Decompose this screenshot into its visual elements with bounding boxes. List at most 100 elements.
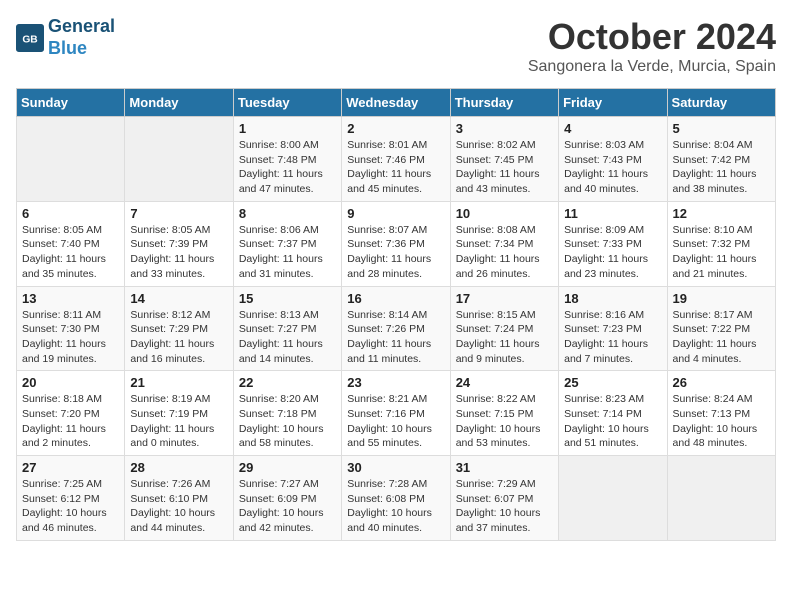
weekday-header: Monday bbox=[125, 89, 233, 117]
day-info: Sunrise: 7:29 AM Sunset: 6:07 PM Dayligh… bbox=[456, 477, 553, 536]
day-number: 28 bbox=[130, 460, 227, 475]
page-header: GB General Blue October 2024 Sangonera l… bbox=[16, 16, 776, 76]
calendar-cell bbox=[125, 117, 233, 202]
day-info: Sunrise: 8:13 AM Sunset: 7:27 PM Dayligh… bbox=[239, 308, 336, 367]
calendar-cell: 17 Sunrise: 8:15 AM Sunset: 7:24 PM Dayli… bbox=[450, 286, 558, 371]
calendar-cell: 24 Sunrise: 8:22 AM Sunset: 7:15 PM Dayli… bbox=[450, 371, 558, 456]
calendar-cell: 12 Sunrise: 8:10 AM Sunset: 7:32 PM Dayli… bbox=[667, 201, 775, 286]
day-number: 24 bbox=[456, 375, 553, 390]
calendar-week-row: 1Sunrise: 8:00 AM Sunset: 7:48 PM Daylig… bbox=[17, 117, 776, 202]
logo-text: General Blue bbox=[48, 16, 115, 59]
day-number: 23 bbox=[347, 375, 444, 390]
day-number: 25 bbox=[564, 375, 661, 390]
calendar-cell bbox=[559, 456, 667, 541]
day-info: Sunrise: 8:16 AM Sunset: 7:23 PM Dayligh… bbox=[564, 308, 661, 367]
day-info: Sunrise: 8:21 AM Sunset: 7:16 PM Dayligh… bbox=[347, 392, 444, 451]
calendar-cell: 26 Sunrise: 8:24 AM Sunset: 7:13 PM Dayli… bbox=[667, 371, 775, 456]
day-number: 12 bbox=[673, 206, 770, 221]
day-info: Sunrise: 8:12 AM Sunset: 7:29 PM Dayligh… bbox=[130, 308, 227, 367]
calendar-header-row: SundayMondayTuesdayWednesdayThursdayFrid… bbox=[17, 89, 776, 117]
day-number: 18 bbox=[564, 291, 661, 306]
calendar-cell: 3 Sunrise: 8:02 AM Sunset: 7:45 PM Daylig… bbox=[450, 117, 558, 202]
day-number: 8 bbox=[239, 206, 336, 221]
day-info: Sunrise: 8:05 AM Sunset: 7:40 PM Dayligh… bbox=[22, 223, 119, 282]
calendar-cell: 10Sunrise: 8:08 AM Sunset: 7:34 PM Dayli… bbox=[450, 201, 558, 286]
day-info: Sunrise: 8:24 AM Sunset: 7:13 PM Dayligh… bbox=[673, 392, 770, 451]
day-number: 31 bbox=[456, 460, 553, 475]
calendar-cell bbox=[667, 456, 775, 541]
calendar-cell: 5Sunrise: 8:04 AM Sunset: 7:42 PM Daylig… bbox=[667, 117, 775, 202]
day-info: Sunrise: 8:02 AM Sunset: 7:45 PM Dayligh… bbox=[456, 138, 553, 197]
calendar-week-row: 13 Sunrise: 8:11 AM Sunset: 7:30 PM Dayli… bbox=[17, 286, 776, 371]
day-number: 11 bbox=[564, 206, 661, 221]
calendar-cell: 16Sunrise: 8:14 AM Sunset: 7:26 PM Dayli… bbox=[342, 286, 450, 371]
day-number: 9 bbox=[347, 206, 444, 221]
day-info: Sunrise: 8:01 AM Sunset: 7:46 PM Dayligh… bbox=[347, 138, 444, 197]
location: Sangonera la Verde, Murcia, Spain bbox=[528, 58, 776, 76]
day-info: Sunrise: 8:11 AM Sunset: 7:30 PM Dayligh… bbox=[22, 308, 119, 367]
day-number: 3 bbox=[456, 121, 553, 136]
calendar-cell: 25 Sunrise: 8:23 AM Sunset: 7:14 PM Dayli… bbox=[559, 371, 667, 456]
title-block: October 2024 Sangonera la Verde, Murcia,… bbox=[528, 16, 776, 76]
day-number: 30 bbox=[347, 460, 444, 475]
day-number: 17 bbox=[456, 291, 553, 306]
calendar-cell: 22 Sunrise: 8:20 AM Sunset: 7:18 PM Dayli… bbox=[233, 371, 341, 456]
calendar-table: SundayMondayTuesdayWednesdayThursdayFrid… bbox=[16, 88, 776, 541]
day-number: 29 bbox=[239, 460, 336, 475]
calendar-cell: 7 Sunrise: 8:05 AM Sunset: 7:39 PM Daylig… bbox=[125, 201, 233, 286]
day-number: 22 bbox=[239, 375, 336, 390]
calendar-cell: 11 Sunrise: 8:09 AM Sunset: 7:33 PM Dayli… bbox=[559, 201, 667, 286]
day-number: 5 bbox=[673, 121, 770, 136]
day-info: Sunrise: 8:18 AM Sunset: 7:20 PM Dayligh… bbox=[22, 392, 119, 451]
calendar-cell: 15 Sunrise: 8:13 AM Sunset: 7:27 PM Dayli… bbox=[233, 286, 341, 371]
calendar-cell: 27Sunrise: 7:25 AM Sunset: 6:12 PM Dayli… bbox=[17, 456, 125, 541]
day-info: Sunrise: 8:03 AM Sunset: 7:43 PM Dayligh… bbox=[564, 138, 661, 197]
day-number: 15 bbox=[239, 291, 336, 306]
day-number: 13 bbox=[22, 291, 119, 306]
calendar-week-row: 20 Sunrise: 8:18 AM Sunset: 7:20 PM Dayli… bbox=[17, 371, 776, 456]
day-info: Sunrise: 8:15 AM Sunset: 7:24 PM Dayligh… bbox=[456, 308, 553, 367]
calendar-cell: 4 Sunrise: 8:03 AM Sunset: 7:43 PM Daylig… bbox=[559, 117, 667, 202]
calendar-cell: 9 Sunrise: 8:07 AM Sunset: 7:36 PM Daylig… bbox=[342, 201, 450, 286]
day-info: Sunrise: 7:27 AM Sunset: 6:09 PM Dayligh… bbox=[239, 477, 336, 536]
day-info: Sunrise: 8:20 AM Sunset: 7:18 PM Dayligh… bbox=[239, 392, 336, 451]
day-info: Sunrise: 8:22 AM Sunset: 7:15 PM Dayligh… bbox=[456, 392, 553, 451]
calendar-cell: 23 Sunrise: 8:21 AM Sunset: 7:16 PM Dayli… bbox=[342, 371, 450, 456]
calendar-cell: 13 Sunrise: 8:11 AM Sunset: 7:30 PM Dayli… bbox=[17, 286, 125, 371]
day-number: 2 bbox=[347, 121, 444, 136]
day-number: 26 bbox=[673, 375, 770, 390]
calendar-cell bbox=[17, 117, 125, 202]
weekday-header: Sunday bbox=[17, 89, 125, 117]
day-info: Sunrise: 8:08 AM Sunset: 7:34 PM Dayligh… bbox=[456, 223, 553, 282]
weekday-header: Tuesday bbox=[233, 89, 341, 117]
day-number: 21 bbox=[130, 375, 227, 390]
calendar-cell: 6 Sunrise: 8:05 AM Sunset: 7:40 PM Daylig… bbox=[17, 201, 125, 286]
day-info: Sunrise: 7:28 AM Sunset: 6:08 PM Dayligh… bbox=[347, 477, 444, 536]
day-info: Sunrise: 8:23 AM Sunset: 7:14 PM Dayligh… bbox=[564, 392, 661, 451]
calendar-cell: 19Sunrise: 8:17 AM Sunset: 7:22 PM Dayli… bbox=[667, 286, 775, 371]
logo: GB General Blue bbox=[16, 16, 115, 59]
calendar-cell: 20 Sunrise: 8:18 AM Sunset: 7:20 PM Dayli… bbox=[17, 371, 125, 456]
day-info: Sunrise: 8:07 AM Sunset: 7:36 PM Dayligh… bbox=[347, 223, 444, 282]
day-number: 6 bbox=[22, 206, 119, 221]
day-number: 4 bbox=[564, 121, 661, 136]
day-info: Sunrise: 7:26 AM Sunset: 6:10 PM Dayligh… bbox=[130, 477, 227, 536]
weekday-header: Thursday bbox=[450, 89, 558, 117]
weekday-header: Saturday bbox=[667, 89, 775, 117]
calendar-cell: 1Sunrise: 8:00 AM Sunset: 7:48 PM Daylig… bbox=[233, 117, 341, 202]
day-number: 20 bbox=[22, 375, 119, 390]
day-number: 7 bbox=[130, 206, 227, 221]
day-info: Sunrise: 7:25 AM Sunset: 6:12 PM Dayligh… bbox=[22, 477, 119, 536]
calendar-cell: 21Sunrise: 8:19 AM Sunset: 7:19 PM Dayli… bbox=[125, 371, 233, 456]
calendar-body: 1Sunrise: 8:00 AM Sunset: 7:48 PM Daylig… bbox=[17, 117, 776, 541]
day-number: 16 bbox=[347, 291, 444, 306]
calendar-cell: 29 Sunrise: 7:27 AM Sunset: 6:09 PM Dayli… bbox=[233, 456, 341, 541]
day-info: Sunrise: 8:00 AM Sunset: 7:48 PM Dayligh… bbox=[239, 138, 336, 197]
day-info: Sunrise: 8:05 AM Sunset: 7:39 PM Dayligh… bbox=[130, 223, 227, 282]
day-info: Sunrise: 8:10 AM Sunset: 7:32 PM Dayligh… bbox=[673, 223, 770, 282]
day-info: Sunrise: 8:09 AM Sunset: 7:33 PM Dayligh… bbox=[564, 223, 661, 282]
day-number: 19 bbox=[673, 291, 770, 306]
month-title: October 2024 bbox=[528, 16, 776, 58]
calendar-cell: 14Sunrise: 8:12 AM Sunset: 7:29 PM Dayli… bbox=[125, 286, 233, 371]
calendar-cell: 8Sunrise: 8:06 AM Sunset: 7:37 PM Daylig… bbox=[233, 201, 341, 286]
